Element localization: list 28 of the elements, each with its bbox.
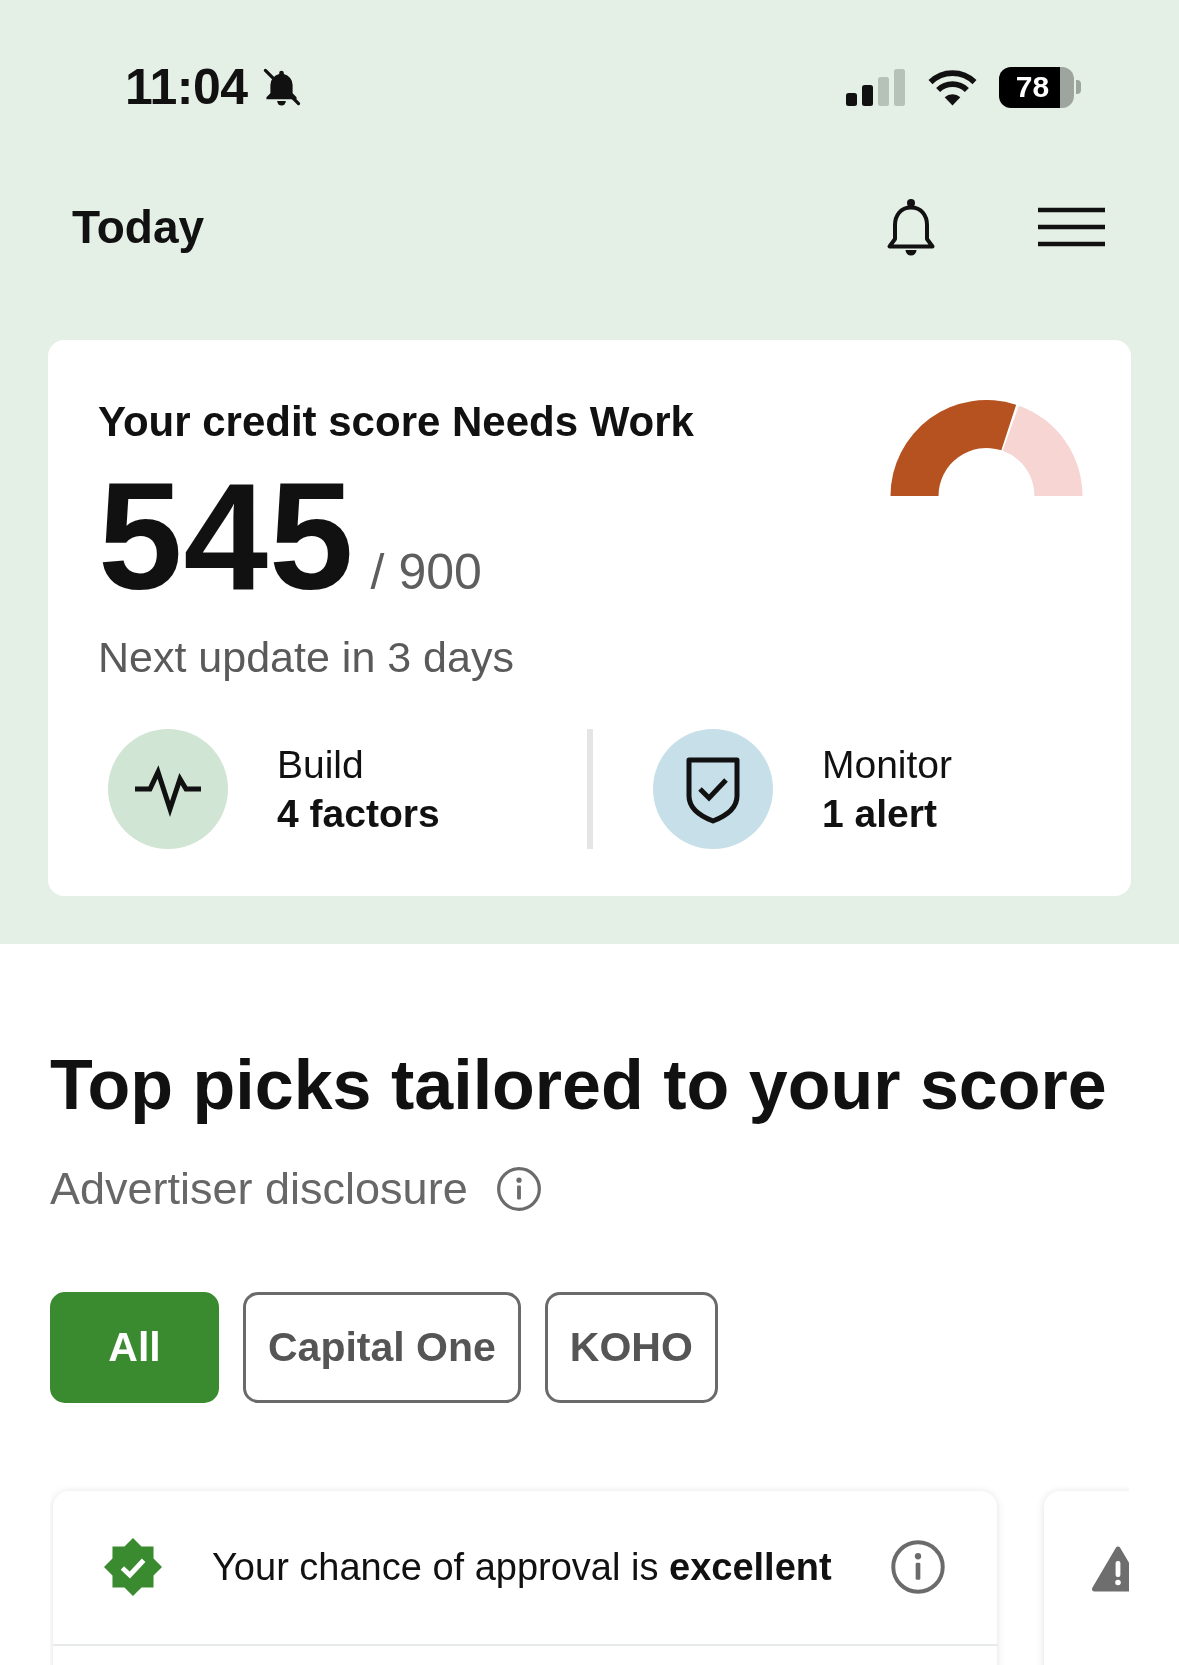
next-update-text: Next update in 3 days (98, 632, 514, 684)
menu-icon[interactable] (1038, 207, 1105, 247)
warning-icon (1092, 1545, 1129, 1592)
section-title: Top picks tailored to your score (50, 1045, 1107, 1126)
status-time: 11:04 (125, 58, 248, 116)
metric-value[interactable]: 4 factors (277, 789, 440, 838)
page-title: Today (72, 200, 205, 254)
wifi-icon (927, 68, 978, 106)
metric-label: Monitor (822, 742, 953, 788)
info-icon[interactable] (890, 1539, 946, 1596)
shield-check-icon[interactable] (653, 729, 773, 849)
metric-value[interactable]: 1 alert (822, 789, 937, 838)
score-title: Your credit score Needs Work (98, 397, 694, 447)
check-badge-icon (104, 1538, 162, 1597)
notification-bell-icon[interactable] (885, 197, 937, 257)
offer-card[interactable]: Your chance of approval is excellent (53, 1491, 997, 1665)
filter-chip[interactable]: Capital One (243, 1292, 521, 1403)
filter-chip[interactable]: KOHO (544, 1292, 718, 1403)
signal-icon (846, 68, 906, 106)
filter-chip[interactable]: All (50, 1292, 219, 1403)
info-icon[interactable] (495, 1166, 542, 1212)
disclosure-link[interactable]: Advertiser disclosure (50, 1162, 468, 1216)
pulse-icon[interactable] (108, 729, 228, 849)
credit-score: 545 (98, 460, 355, 613)
approval-text: Your chance of approval is excellent (212, 1546, 833, 1589)
battery-indicator: 78 (999, 66, 1081, 108)
score-max: / 900 (370, 543, 482, 603)
metric-label: Build (277, 742, 364, 788)
